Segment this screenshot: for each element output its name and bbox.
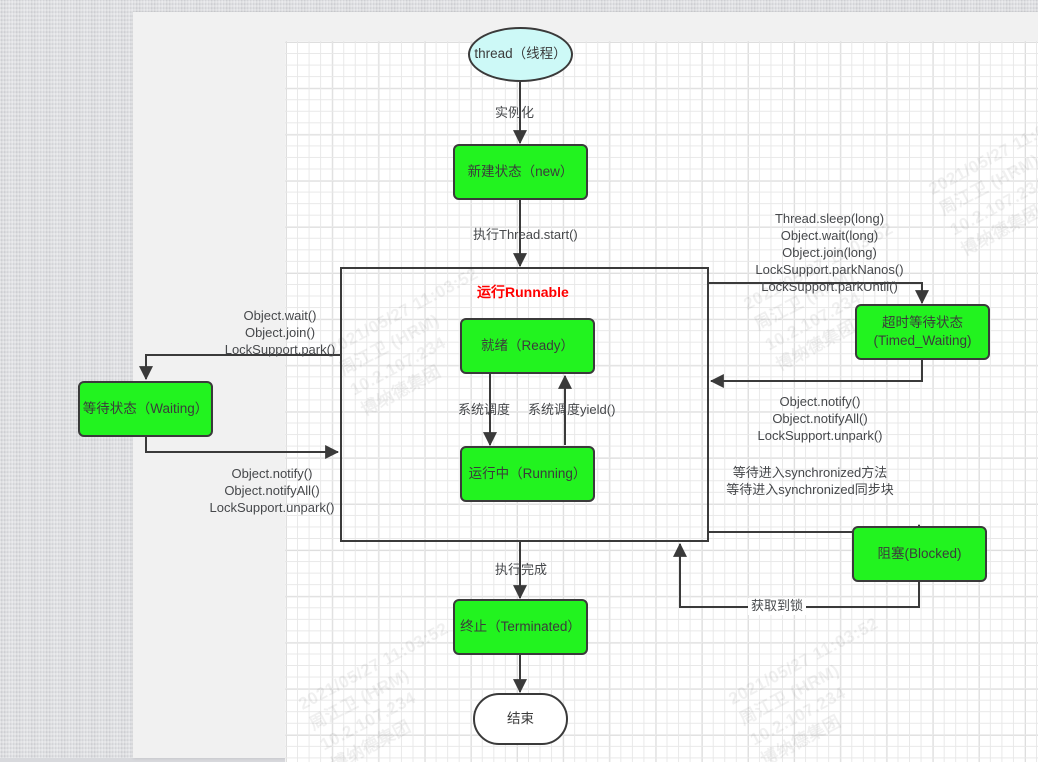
node-end[interactable]: 结束 (473, 693, 568, 745)
edge-label-text: 等待进入synchronized同步块 (720, 482, 900, 499)
edge-label-text: Object.wait() (190, 308, 370, 325)
watermark-line-3: 10.2.107.234 (947, 143, 1038, 241)
edge-label-text: Thread.sleep(long) (712, 211, 947, 228)
watermark: 2021/05/27 11:03:52 周江卫 (HRM) 10.2.107.2… (725, 613, 915, 762)
watermark-line-1: 2021/05/27 11:03:52 (925, 103, 1038, 201)
edge-label-text: Object.join(long) (712, 245, 947, 262)
watermark-line-2: 周江卫 (HRM) (936, 123, 1038, 221)
watermark-line-3: 10.2.107.234 (747, 653, 905, 751)
edge-label-text: Object.join() (190, 325, 370, 342)
edge-label-finish: 执行完成 (495, 562, 547, 579)
edge-label-to-blocked: 等待进入synchronized方法 等待进入synchronized同步块 (720, 465, 900, 499)
edge-label-from-timed-waiting: Object.notify() Object.notifyAll() LockS… (730, 394, 910, 445)
edge-label-text: Object.notify() (182, 466, 362, 483)
node-label-line-1: 超时等待状态 (882, 314, 963, 332)
watermark-line-3: 10.2.107.234 (317, 658, 475, 756)
node-thread-start[interactable]: thread（线程） (468, 27, 573, 82)
node-label: 新建状态（new） (468, 163, 574, 181)
edge-label-text: Object.wait(long) (712, 228, 947, 245)
edge-label-text: LockSupport.parkNanos() (712, 262, 947, 279)
watermark-line-4: 博纳德集团 (757, 674, 915, 762)
watermark-line-1: 2021/05/27 11:03:52 (725, 613, 883, 711)
edge-label-text: 系统调度 (458, 402, 510, 419)
edge-label-text: LockSupport.unpark() (182, 500, 362, 517)
node-terminated[interactable]: 终止（Terminated） (453, 599, 588, 655)
node-timed-waiting[interactable]: 超时等待状态 (Timed_Waiting) (855, 304, 990, 360)
edge-label-schedule-yield: 系统调度yield() (528, 402, 615, 419)
edge-label-from-waiting: Object.notify() Object.notifyAll() LockS… (182, 466, 362, 517)
node-label: 运行中（Running） (469, 465, 587, 483)
group-runnable-title: 运行Runnable (477, 282, 569, 302)
node-label: 终止（Terminated） (460, 618, 581, 636)
watermark-line-4: 博纳德集团 (957, 164, 1038, 262)
edge-label-text: Object.notifyAll() (182, 483, 362, 500)
watermark-line-2: 周江卫 (HRM) (736, 633, 894, 731)
node-label-line-2: (Timed_Waiting) (873, 332, 971, 350)
edge-label-text: LockSupport.unpark() (730, 428, 910, 445)
edge-label-to-timed-waiting: Thread.sleep(long) Object.wait(long) Obj… (712, 211, 947, 295)
node-label: 阻塞(Blocked) (877, 545, 961, 563)
node-waiting[interactable]: 等待状态（Waiting） (78, 381, 213, 437)
node-running[interactable]: 运行中（Running） (460, 446, 595, 502)
node-blocked[interactable]: 阻塞(Blocked) (852, 526, 987, 582)
edge-label-text: Object.notify() (730, 394, 910, 411)
edge-label-thread-start: 执行Thread.start() (473, 227, 578, 244)
node-label: 结束 (507, 710, 534, 728)
watermark-line-1: 2021/05/27 11:03:52 (295, 618, 453, 716)
watermark-line-4: 博纳德集团 (327, 679, 485, 762)
edge-label-schedule-down: 系统调度 (458, 402, 510, 419)
node-label: 等待状态（Waiting） (83, 400, 209, 418)
edge-label-text: 系统调度yield() (528, 402, 615, 419)
edge-label-text: Object.notifyAll() (730, 411, 910, 428)
node-label: thread（线程） (474, 45, 566, 63)
node-label: 就绪（Ready） (481, 337, 574, 355)
edge-label-to-waiting: Object.wait() Object.join() LockSupport.… (190, 308, 370, 359)
edge-label-text: LockSupport.park() (190, 342, 370, 359)
edge-label-text: 获取到锁 (751, 598, 803, 615)
edge-label-text: 执行Thread.start() (473, 227, 578, 244)
edge-label-text: 实例化 (495, 105, 534, 122)
edge-label-from-blocked: 获取到锁 (748, 598, 806, 615)
edge-label-instantiate: 实例化 (495, 105, 534, 122)
node-new-state[interactable]: 新建状态（new） (453, 144, 588, 200)
node-ready[interactable]: 就绪（Ready） (460, 318, 595, 374)
watermark-line-2: 周江卫 (HRM) (306, 638, 464, 736)
edge-label-text: 执行完成 (495, 562, 547, 579)
edge-label-text: 等待进入synchronized方法 (720, 465, 900, 482)
edge-label-text: LockSupport.parkUntil() (712, 279, 947, 296)
